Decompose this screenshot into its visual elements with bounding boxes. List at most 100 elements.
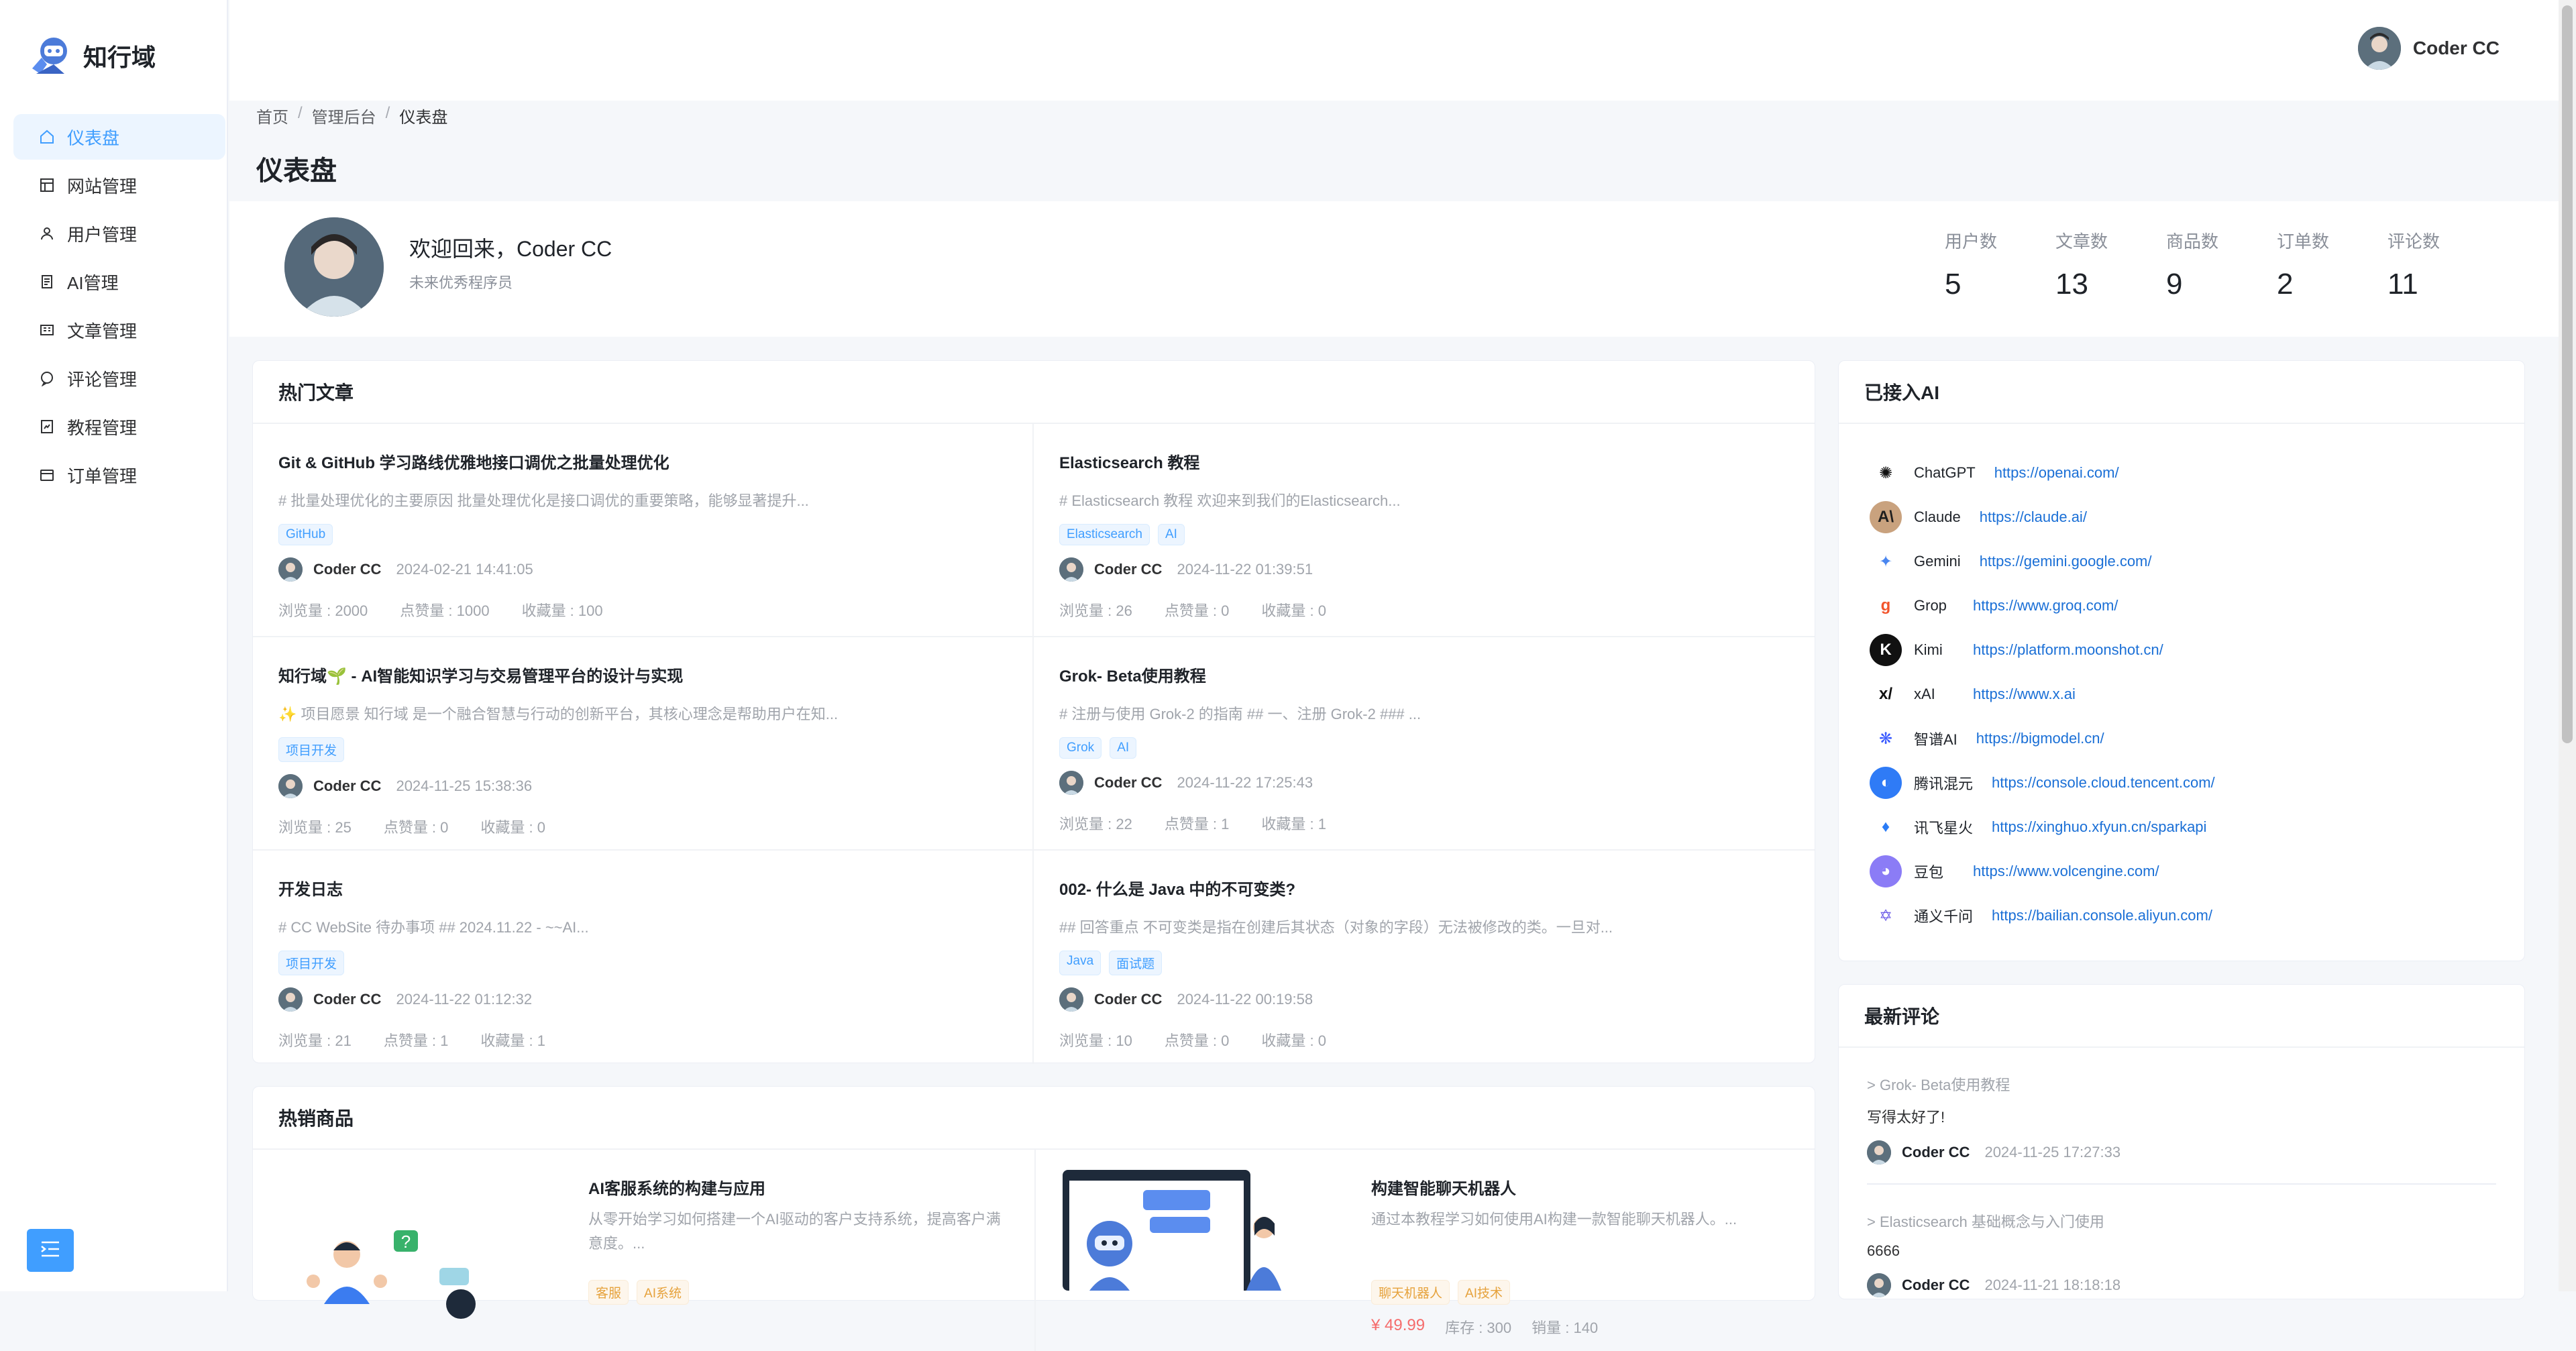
ai-url-link[interactable]: https://platform.moonshot.cn/ [1973,641,2163,659]
comment-time: 2024-11-21 18:18:18 [1984,1277,2121,1293]
scrollbar-thumb[interactable] [2562,5,2573,743]
grid-icon [38,176,56,195]
article-likes: 点赞量 : 0 [383,819,449,836]
sidebar-item-label: 文章管理 [67,321,138,341]
article-title[interactable]: 知行域🌱 - AI智能知识学习与交易管理平台的设计与实现 [278,663,1007,686]
ai9-logo-icon: ◕ [1870,855,1902,887]
goods-tag: 客服 [588,1280,629,1305]
ai-url-link[interactable]: https://xinghuo.xfyun.cn/sparkapi [1992,818,2206,836]
goods-item[interactable]: 构建智能聊天机器人 通过本教程学习如何使用AI构建一款智能聊天机器人。... 聊… [1034,1150,1816,1351]
ai-url-link[interactable]: https://console.cloud.tencent.com/ [1992,774,2215,792]
article-tag[interactable]: 项目开发 [278,737,345,762]
goods-item[interactable]: ? AI客服系统的构建与应用 从零开始学习如何搭建一个AI驱动的客户支持系统，提… [253,1150,1034,1351]
sidebar-item-website[interactable]: 网站管理 [13,162,225,208]
article-item[interactable]: 002- 什么是 Java 中的不可变类? ## 回答重点 不可变类是指在创建后其… [1034,851,1815,1064]
article-author: Coder CC [1094,991,1163,1008]
ai-item: ◐ 腾讯混元 https://console.cloud.tencent.com/ [1870,761,2524,805]
comment-item[interactable]: > Grok- Beta使用教程 写得太好了! Coder CC 2024-11… [1839,1073,2524,1185]
ai-name: 豆包 [1914,864,1944,881]
ai-url-link[interactable]: https://www.volcengine.com/ [1973,863,2159,880]
article-item[interactable]: Grok- Beta使用教程 # 注册与使用 Grok-2 的指南 ## 一、注册… [1034,637,1815,851]
article-tag[interactable]: 面试题 [1109,951,1163,975]
article-desc: # CC WebSite 待办事项 ## 2024.11.22 - ~~AI..… [278,919,589,936]
ai-url-link[interactable]: https://www.x.ai [1973,686,2076,703]
goods-title[interactable]: AI客服系统的构建与应用 [588,1175,765,1199]
ai8-logo-icon: ♦ [1870,811,1902,843]
app-logo[interactable]: 知行域 [27,32,156,79]
stat-value: 13 [2055,268,2088,301]
chat-icon [38,369,56,388]
sidebar-item-orders[interactable]: 订单管理 [13,452,225,498]
article-likes: 点赞量 : 0 [1164,1032,1230,1049]
article-tag[interactable]: AI [1110,737,1137,759]
article-title[interactable]: Grok- Beta使用教程 [1059,663,1789,686]
article-tag[interactable]: AI [1158,524,1185,545]
user-menu[interactable]: Coder CC [2357,27,2500,70]
sidebar-item-label: 评论管理 [67,369,138,390]
comment-item[interactable]: > Elasticsearch 基础概念与入门使用 6666 Coder CC … [1839,1210,2524,1297]
article-title[interactable]: Git & GitHub 学习路线优雅地接口调优之批量处理优化 [278,449,1007,473]
ai-url-link[interactable]: https://gemini.google.com/ [1980,553,2152,570]
sidebar-item-dashboard[interactable]: 仪表盘 [13,114,225,160]
ai10-logo-icon: ✡ [1870,900,1902,932]
sidebar-item-comments[interactable]: 评论管理 [13,356,225,401]
ai-url-link[interactable]: https://claude.ai/ [1980,508,2087,526]
sidebar-item-label: 仪表盘 [67,127,120,148]
ai-name: 讯飞星火 [1914,820,1974,836]
book-icon [38,321,56,339]
article-tag[interactable]: GitHub [278,524,333,545]
article-likes: 点赞量 : 1 [383,1032,449,1049]
user-icon [38,224,56,243]
article-views: 浏览量 : 21 [278,1032,352,1049]
article-title[interactable]: Elasticsearch 教程 [1059,449,1789,473]
avatar [1867,1273,1891,1297]
article-favorites: 收藏量 : 0 [1261,602,1326,619]
ai-url-link[interactable]: https://bigmodel.cn/ [1976,730,2104,747]
article-item[interactable]: 开发日志 # CC WebSite 待办事项 ## 2024.11.22 - ~~… [253,851,1034,1064]
goods-title[interactable]: 构建智能聊天机器人 [1371,1175,1516,1199]
ai-url-link[interactable]: https://www.groq.com/ [1973,597,2118,614]
article-title[interactable]: 开发日志 [278,876,1007,900]
article-meta: Coder CC 2024-11-22 17:25:43 [1059,771,1789,795]
article-title[interactable]: 002- 什么是 Java 中的不可变类? [1059,876,1789,900]
card-title: 最新评论 [1839,985,2524,1048]
welcome-panel: 欢迎回来，Coder CC 未来优秀程序员 用户数 5 文章数 13 商品数 9 订单… [229,201,2559,337]
article-meta: Coder CC 2024-11-22 01:12:32 [278,987,1007,1012]
sidebar-item-tutorials[interactable]: 教程管理 [13,404,225,449]
ai-url-link[interactable]: https://openai.com/ [1994,464,2119,482]
order-icon [38,466,56,484]
sidebar-item-users[interactable]: 用户管理 [13,211,225,256]
article-grid: Git & GitHub 学习路线优雅地接口调优之批量处理优化 # 批量处理优化的… [253,424,1815,1064]
comment-article-link[interactable]: > Grok- Beta使用教程 [1867,1073,2496,1095]
breadcrumb-admin[interactable]: 管理后台 [312,104,376,127]
stat-value: 9 [2166,268,2183,301]
goods-image: ? [260,1156,541,1331]
goods-desc: 从零开始学习如何搭建一个AI驱动的客户支持系统，提高客户满意度。... [588,1211,1001,1252]
sidebar-item-articles[interactable]: 文章管理 [13,307,225,353]
comment-article-link[interactable]: > Elasticsearch 基础概念与入门使用 [1867,1210,2496,1232]
page-scrollbar[interactable] [2559,0,2576,1291]
article-author: Coder CC [313,561,382,578]
article-tag[interactable]: Java [1059,951,1102,975]
article-tag[interactable]: Elasticsearch [1059,524,1150,545]
goods-price: ¥ 49.99 [1371,1316,1426,1334]
article-favorites: 收藏量 : 1 [480,1032,545,1049]
article-item[interactable]: Elasticsearch 教程 # Elasticsearch 教程 欢迎来到我… [1034,424,1815,637]
article-item[interactable]: Git & GitHub 学习路线优雅地接口调优之批量处理优化 # 批量处理优化的… [253,424,1034,637]
ai-item: g Grop https://www.groq.com/ [1870,584,2524,628]
article-author: Coder CC [313,991,382,1008]
article-likes: 点赞量 : 0 [1164,602,1230,619]
collapse-sidebar-button[interactable] [27,1229,74,1272]
sidebar-item-ai[interactable]: AI管理 [13,259,225,305]
article-meta: Coder CC 2024-11-25 15:38:36 [278,774,1007,798]
goods-meta: ¥ 49.99 库存 : 300 销量 : 140 [1371,1316,1598,1338]
article-tag[interactable]: 项目开发 [278,951,345,975]
article-tag[interactable]: Grok [1059,737,1102,759]
avatar [1059,771,1083,795]
goods-tags: 聊天机器人 AI技术 [1371,1280,1510,1305]
article-author: Coder CC [1094,774,1163,791]
article-item[interactable]: 知行域🌱 - AI智能知识学习与交易管理平台的设计与实现 ✨ 项目愿景 知行域 是… [253,637,1034,851]
ai-url-link[interactable]: https://bailian.console.aliyun.com/ [1992,907,2212,924]
breadcrumb-home[interactable]: 首页 [256,104,288,127]
card-title: 热门文章 [253,361,1815,424]
